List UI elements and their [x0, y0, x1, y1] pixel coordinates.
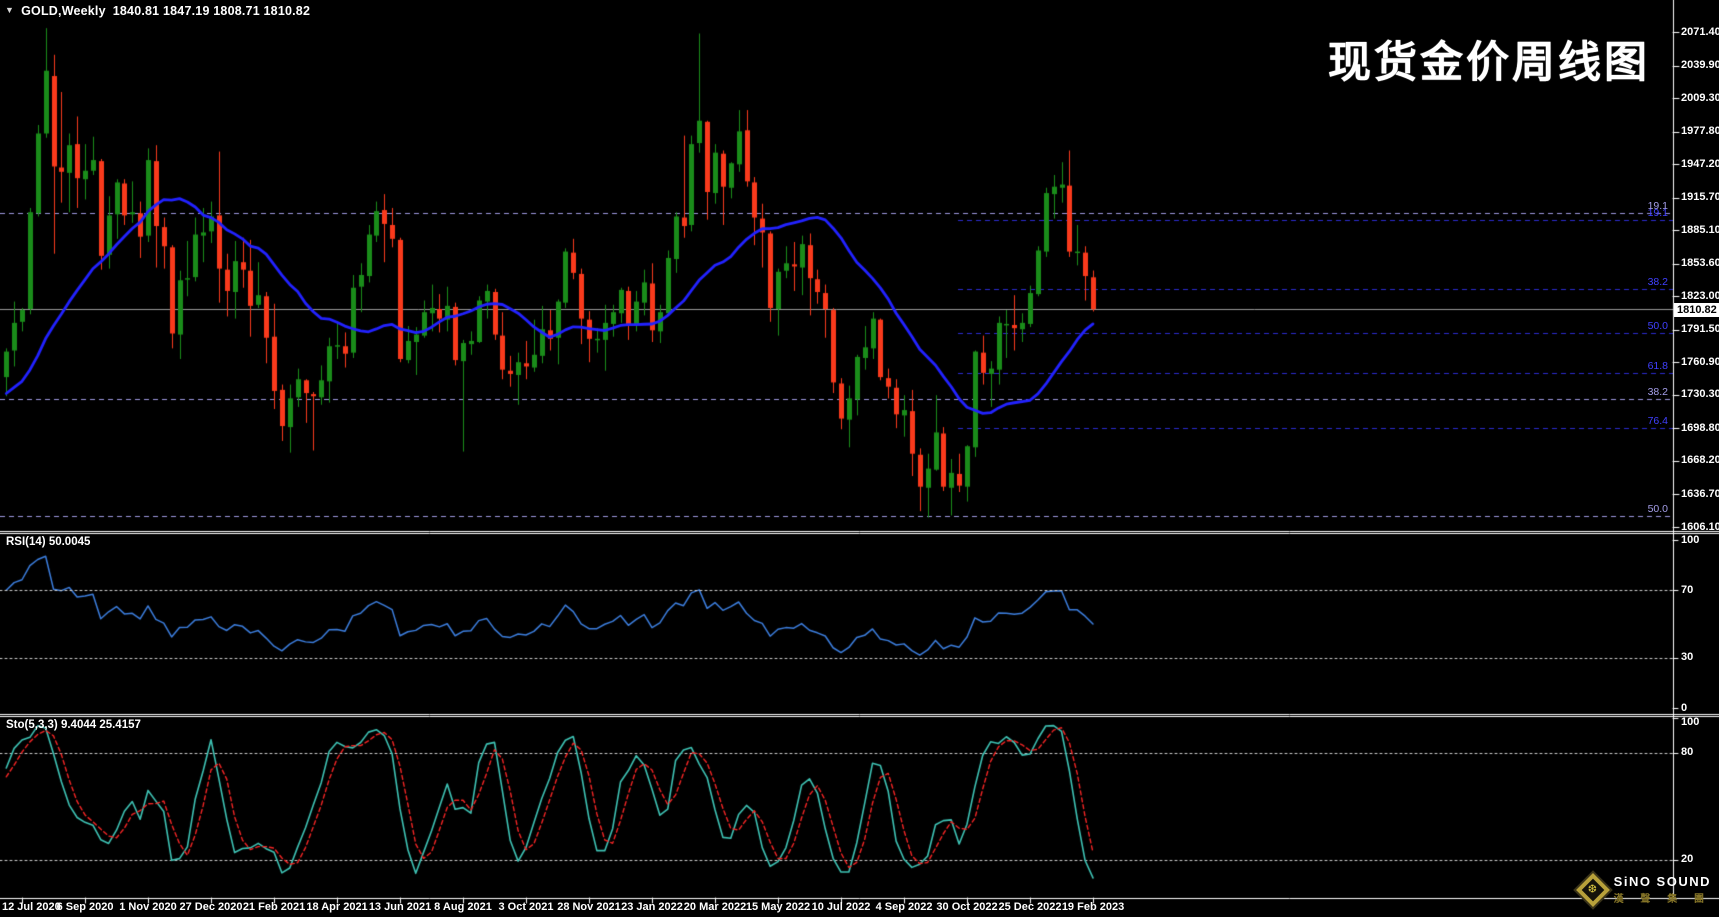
price-axis-label: 1730.30 — [1681, 388, 1719, 400]
time-axis-label: 8 Aug 2021 — [434, 901, 492, 913]
fib-level-label: 76.4 — [1648, 415, 1668, 427]
rsi-scale-label: 100 — [1681, 534, 1699, 546]
broker-watermark: ❆ SiNO SOUND 漢 聲 集 團 — [1581, 874, 1711, 905]
price-axis-label: 1885.10 — [1681, 224, 1719, 236]
sto-scale-label: 80 — [1681, 746, 1693, 758]
price-axis-label: 1915.70 — [1681, 191, 1719, 203]
price-axis-label: 1791.50 — [1681, 323, 1719, 335]
price-axis-label: 1823.00 — [1681, 290, 1719, 302]
time-axis-label: 28 Nov 2021 — [557, 901, 621, 913]
price-axis-label: 2071.40 — [1681, 26, 1719, 38]
rsi-scale-label: 70 — [1681, 584, 1693, 596]
brand-name: SiNO SOUND — [1614, 874, 1711, 889]
time-axis-label: 6 Sep 2020 — [57, 901, 114, 913]
current-price-box: 1810.82 — [1674, 303, 1719, 317]
sino-sound-logo-icon: ❆ — [1576, 873, 1610, 907]
fib-level-label: 61.8 — [1648, 360, 1668, 372]
time-axis-label: 3 Oct 2021 — [498, 901, 553, 913]
rsi-indicator-label: RSI(14) 50.0045 — [6, 536, 90, 548]
sto-scale-label: 100 — [1681, 716, 1699, 728]
symbol-header: ▼ GOLD,Weekly 1840.81 1847.19 1808.71 18… — [5, 4, 310, 18]
time-axis-label: 10 Jul 2022 — [812, 901, 871, 913]
time-axis-label: 25 Dec 2022 — [999, 901, 1062, 913]
brand-name-chinese: 漢 聲 集 團 — [1614, 890, 1711, 905]
fib-level-label: 38.2 — [1648, 276, 1668, 288]
time-axis-label: 20 Mar 2022 — [684, 901, 746, 913]
price-axis-label: 1977.80 — [1681, 125, 1719, 137]
time-axis-label: 27 Dec 2020 — [180, 901, 243, 913]
time-axis-label: 12 Jul 2020 — [2, 901, 61, 913]
rsi-scale-label: 0 — [1681, 702, 1687, 714]
price-axis-label: 1947.20 — [1681, 158, 1719, 170]
time-axis-label: 30 Oct 2022 — [936, 901, 997, 913]
sto-scale-label: 20 — [1681, 853, 1693, 865]
chart-canvas[interactable] — [0, 0, 1719, 917]
price-axis-label: 1760.90 — [1681, 356, 1719, 368]
fib-level-label: 38.2 — [1648, 386, 1668, 398]
time-axis-label: 15 May 2022 — [746, 901, 810, 913]
rsi-scale-label: 30 — [1681, 651, 1693, 663]
ohlc-values: 1840.81 1847.19 1808.71 1810.82 — [113, 4, 310, 18]
mt4-chart-window: ▼ GOLD,Weekly 1840.81 1847.19 1808.71 18… — [0, 0, 1719, 917]
time-axis-label: 19 Feb 2023 — [1062, 901, 1124, 913]
price-axis-label: 1853.60 — [1681, 257, 1719, 269]
fib-level-label: 50.0 — [1648, 320, 1668, 332]
time-axis-label: 1 Nov 2020 — [119, 901, 176, 913]
price-axis-label: 1606.10 — [1681, 521, 1719, 533]
time-axis-label: 18 Apr 2021 — [306, 901, 367, 913]
price-axis-label: 1636.70 — [1681, 488, 1719, 500]
fib-level-label: 19.1 — [1648, 207, 1668, 219]
chevron-down-icon[interactable]: ▼ — [5, 5, 14, 15]
price-axis-label: 1698.80 — [1681, 422, 1719, 434]
price-axis-label: 1668.20 — [1681, 454, 1719, 466]
price-axis-label: 2009.30 — [1681, 92, 1719, 104]
price-axis-label: 2039.90 — [1681, 59, 1719, 71]
sto-indicator-label: Sto(5,3,3) 9.4044 25.4157 — [6, 719, 141, 731]
time-axis-label: 13 Jun 2021 — [369, 901, 431, 913]
time-axis-label: 23 Jan 2022 — [621, 901, 683, 913]
symbol-timeframe-label: GOLD,Weekly — [21, 4, 106, 18]
time-axis-label: 21 Feb 2021 — [243, 901, 305, 913]
time-axis-label: 4 Sep 2022 — [876, 901, 933, 913]
chart-title: 现货金价周线图 — [1328, 28, 1650, 90]
fib-level-label: 50.0 — [1648, 503, 1668, 515]
